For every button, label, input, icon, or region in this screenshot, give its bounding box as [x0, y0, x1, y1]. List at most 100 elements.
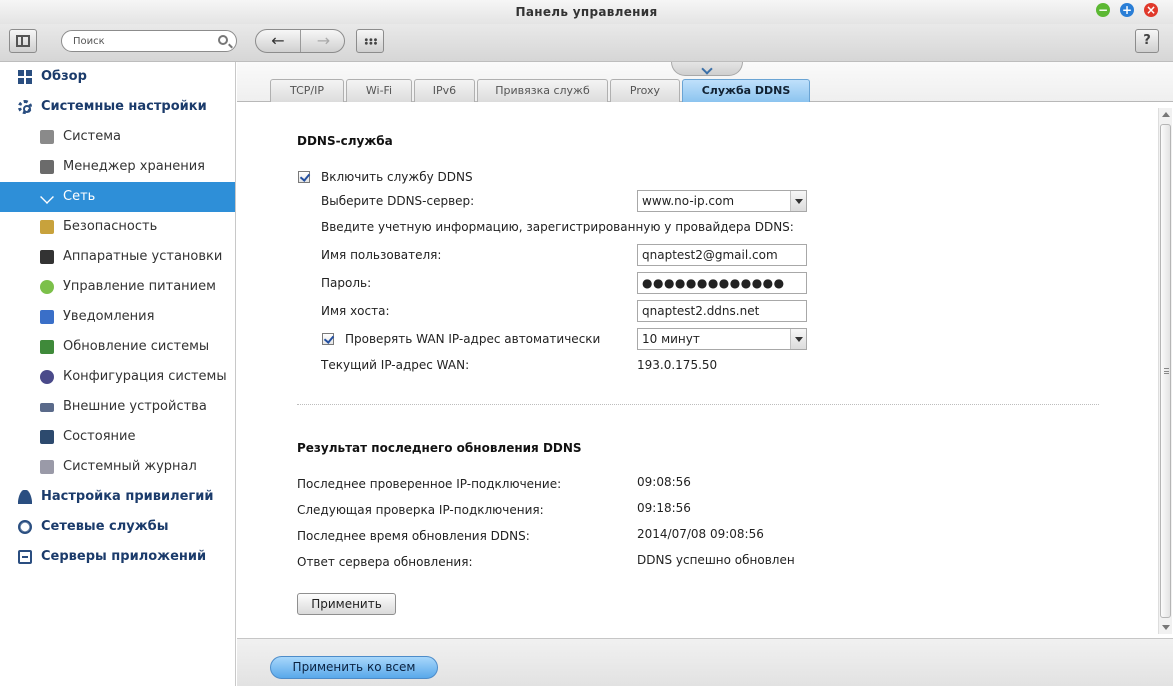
scroll-up-arrow-icon[interactable]: [1162, 112, 1170, 117]
sidebar-item-label: Менеджер хранения: [63, 159, 205, 174]
help-button[interactable]: ?: [1135, 29, 1159, 53]
last-checked-label: Последнее проверенное IP-подключение:: [297, 477, 562, 491]
result-section-title: Результат последнего обновления DDNS: [297, 441, 582, 455]
sidebar-item-notifications[interactable]: Уведомления: [0, 302, 235, 332]
wan-check-checkbox[interactable]: [322, 333, 334, 345]
username-input[interactable]: qnaptest2@gmail.com: [637, 244, 807, 266]
sidebar-item-app-servers[interactable]: Серверы приложений: [0, 542, 235, 572]
external-device-icon: [40, 403, 54, 412]
sidebar-item-label: Безопасность: [63, 219, 158, 234]
sidebar-item-network[interactable]: Сеть: [0, 182, 235, 212]
enable-ddns-checkbox[interactable]: [298, 171, 310, 183]
sidebar-item-system-log[interactable]: Системный журнал: [0, 452, 235, 482]
config-icon: [40, 370, 54, 384]
main-content: TCP/IP Wi-Fi IPv6 Привязка служб Proxy С…: [237, 62, 1173, 686]
tab-tcpip[interactable]: TCP/IP: [270, 79, 344, 102]
sidebar-item-label: Серверы приложений: [41, 549, 207, 564]
last-update-value: 2014/07/08 09:08:56: [637, 527, 764, 541]
apps-grid-icon: [364, 38, 378, 45]
next-check-value: 09:18:56: [637, 501, 691, 515]
tab-ipv6[interactable]: IPv6: [414, 79, 475, 102]
wan-interval-value: 10 минут: [642, 332, 700, 346]
toolbar: ← → ?: [0, 24, 1173, 62]
hostname-input[interactable]: qnaptest2.ddns.net: [637, 300, 807, 322]
section-divider: [297, 404, 1099, 405]
tab-wifi[interactable]: Wi-Fi: [346, 79, 412, 102]
maximize-button[interactable]: +: [1120, 3, 1134, 17]
ddns-section-title: DDNS-служба: [297, 134, 393, 148]
grip-icon: [1164, 368, 1169, 374]
sidebar-item-security[interactable]: Безопасность: [0, 212, 235, 242]
sidebar-item-status[interactable]: Состояние: [0, 422, 235, 452]
sidebar-item-external-devices[interactable]: Внешние устройства: [0, 392, 235, 422]
dropdown-arrow-icon[interactable]: [790, 329, 806, 349]
sidebar-item-label: Состояние: [63, 429, 136, 444]
notification-icon: [40, 310, 54, 324]
sidebar-item-network-services[interactable]: Сетевые службы: [0, 512, 235, 542]
back-button[interactable]: ←: [256, 30, 301, 52]
sidebar-item-label: Системный журнал: [63, 459, 197, 474]
next-check-label: Следующая проверка IP-подключения:: [297, 503, 544, 517]
sidebar-item-system-settings[interactable]: Системные настройки: [0, 92, 235, 122]
power-bulb-icon: [40, 280, 54, 294]
status-monitor-icon: [40, 430, 54, 444]
panel-layout-icon: [16, 35, 30, 47]
search-input[interactable]: [73, 34, 213, 48]
sidebar-item-overview[interactable]: Обзор: [0, 62, 235, 92]
sidebar-item-firmware-update[interactable]: Обновление системы: [0, 332, 235, 362]
collapse-toggle[interactable]: [671, 62, 743, 76]
sidebar-item-system[interactable]: Система: [0, 122, 235, 152]
hardware-icon: [40, 250, 54, 264]
password-input[interactable]: ●●●●●●●●●●●●●: [637, 272, 807, 294]
sidebar: Обзор Системные настройки Система Менедж…: [0, 62, 236, 686]
forward-button[interactable]: →: [301, 30, 344, 52]
gear-icon: [18, 100, 32, 114]
password-label: Пароль:: [321, 276, 372, 290]
dropdown-arrow-icon[interactable]: [790, 191, 806, 211]
scrollbar-thumb[interactable]: [1160, 124, 1171, 618]
apps-menu-button[interactable]: [356, 29, 384, 53]
sidebar-item-power[interactable]: Управление питанием: [0, 272, 235, 302]
system-icon: [40, 130, 54, 144]
close-button[interactable]: ×: [1144, 3, 1158, 17]
overview-grid-icon: [18, 70, 32, 84]
sidebar-item-storage-manager[interactable]: Менеджер хранения: [0, 152, 235, 182]
lock-icon: [40, 220, 54, 234]
wan-interval-select[interactable]: 10 минут: [637, 328, 807, 350]
sidebar-item-hardware[interactable]: Аппаратные установки: [0, 242, 235, 272]
server-icon: [18, 550, 32, 564]
tab-ddns[interactable]: Служба DDNS: [682, 79, 810, 102]
current-ip-label: Текущий IP-адрес WAN:: [321, 358, 470, 372]
footer-bar: Применить ко всем: [237, 638, 1173, 686]
sidebar-item-label: Внешние устройства: [63, 399, 207, 414]
ddns-server-select[interactable]: www.no-ip.com: [637, 190, 807, 212]
title-bar: Панель управления − + ×: [0, 0, 1173, 24]
navigation-buttons: ← →: [255, 29, 345, 53]
minimize-button[interactable]: −: [1096, 3, 1110, 17]
sidebar-item-system-config[interactable]: Конфигурация системы: [0, 362, 235, 392]
hostname-label: Имя хоста:: [321, 304, 390, 318]
scroll-down-arrow-icon[interactable]: [1162, 625, 1170, 630]
last-update-label: Последнее время обновления DDNS:: [297, 529, 530, 543]
sidebar-item-label: Системные настройки: [41, 99, 207, 114]
home-button[interactable]: [9, 29, 37, 53]
tab-proxy[interactable]: Proxy: [610, 79, 680, 102]
system-log-icon: [40, 460, 54, 474]
sidebar-item-label: Обновление системы: [63, 339, 210, 354]
vertical-scrollbar[interactable]: [1158, 108, 1172, 634]
server-response-value: DDNS успешно обновлен: [637, 553, 795, 567]
user-icon: [18, 490, 32, 504]
sidebar-item-privileges[interactable]: Настройка привилегий: [0, 482, 235, 512]
tab-service-binding[interactable]: Привязка служб: [477, 79, 608, 102]
apply-button[interactable]: Применить: [297, 593, 396, 615]
sidebar-item-label: Сеть: [63, 189, 96, 204]
sidebar-item-label: Настройка привилегий: [41, 489, 214, 504]
sidebar-item-label: Система: [63, 129, 122, 144]
enable-ddns-label: Включить службу DDNS: [321, 170, 473, 184]
last-checked-value: 09:08:56: [637, 475, 691, 489]
credentials-info-text: Введите учетную информацию, зарегистриро…: [321, 220, 794, 234]
apply-all-button[interactable]: Применить ко всем: [270, 656, 438, 679]
search-icon[interactable]: [218, 35, 228, 45]
search-box[interactable]: [61, 30, 237, 52]
firmware-update-icon: [40, 340, 54, 354]
